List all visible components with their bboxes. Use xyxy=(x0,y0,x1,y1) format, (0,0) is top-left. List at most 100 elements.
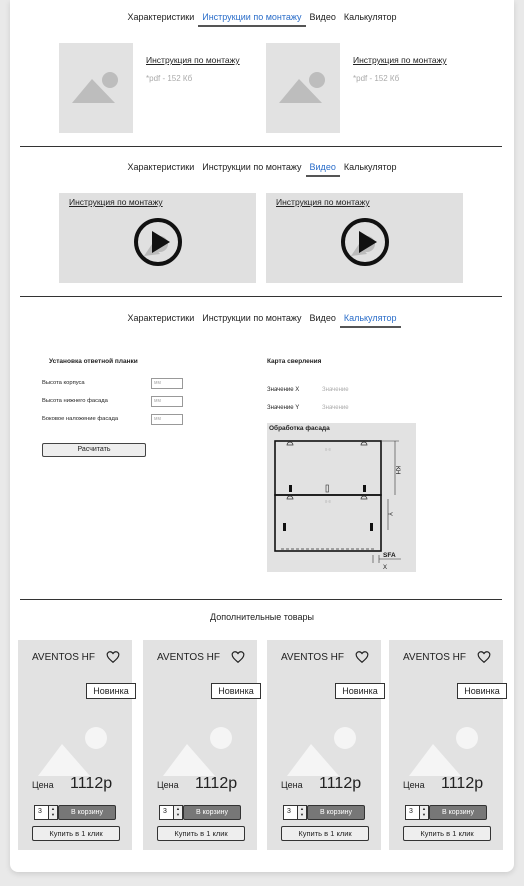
field-label-lower-facade-height: Высота нижнего фасада xyxy=(42,398,108,404)
video-card[interactable]: Инструкция по монтажу xyxy=(266,193,463,283)
quantity-value: 3 xyxy=(287,808,291,815)
additional-products-title: Дополнительные товары xyxy=(210,612,314,622)
section-divider xyxy=(20,146,502,147)
drilling-diagram: Обработка фасада ≡·≡ ≡·≡ KH Y SFA X xyxy=(267,423,416,572)
buy-one-click-button[interactable]: Купить в 1 клик xyxy=(281,826,369,841)
svg-text:≡·≡: ≡·≡ xyxy=(325,499,332,504)
quantity-value: 3 xyxy=(163,808,167,815)
product-card[interactable]: AVENTOS HF Новинка Цена 1112р 3 ▲ ▼ В корз… xyxy=(389,640,507,850)
tab-instructions[interactable]: Инструкции по монтажу xyxy=(198,312,305,328)
section-divider xyxy=(20,599,502,600)
add-to-cart-button[interactable]: В корзину xyxy=(58,805,116,820)
stepper-arrows-icon[interactable]: ▲ ▼ xyxy=(419,806,428,819)
product-name[interactable]: AVENTOS HF xyxy=(157,652,220,663)
quantity-stepper[interactable]: 3 ▲ ▼ xyxy=(34,805,58,820)
product-name[interactable]: AVENTOS HF xyxy=(32,652,95,663)
play-icon[interactable] xyxy=(130,214,186,270)
quantity-value: 3 xyxy=(409,808,413,815)
heart-icon[interactable] xyxy=(355,650,369,664)
buy-one-click-button[interactable]: Купить в 1 клик xyxy=(403,826,491,841)
tab-video[interactable]: Видео xyxy=(306,312,340,328)
field-label-body-height: Высота корпуса xyxy=(42,380,85,386)
field-label-side-overlay: Боковое наложение фасада xyxy=(42,416,119,422)
tab-characteristics[interactable]: Характеристики xyxy=(123,312,198,328)
product-image-placeholder-icon[interactable] xyxy=(163,718,243,776)
tab-characteristics[interactable]: Характеристики xyxy=(123,161,198,177)
stepper-arrows-icon[interactable]: ▲ ▼ xyxy=(297,806,306,819)
product-name[interactable]: AVENTOS HF xyxy=(403,652,466,663)
tab-video[interactable]: Видео xyxy=(305,161,341,177)
tab-calculator[interactable]: Калькулятор xyxy=(339,312,401,328)
video-title-link[interactable]: Инструкция по монтажу xyxy=(69,197,163,207)
document-thumbnail[interactable] xyxy=(59,43,133,133)
price-value: 1112р xyxy=(319,775,362,792)
heart-icon[interactable] xyxy=(106,650,120,664)
document-meta: *pdf - 152 Кб xyxy=(353,74,400,83)
sfa-label: SFA xyxy=(383,552,396,559)
quantity-value: 3 xyxy=(38,808,42,815)
quantity-stepper[interactable]: 3 ▲ ▼ xyxy=(159,805,183,820)
calculate-button[interactable]: Расчитать xyxy=(42,443,146,457)
document-thumbnail[interactable] xyxy=(266,43,340,133)
tab-calculator[interactable]: Калькулятор xyxy=(340,161,401,177)
value-y-label: Значение Y xyxy=(267,405,300,411)
image-placeholder-icon xyxy=(72,72,118,103)
new-badge: Новинка xyxy=(335,683,385,699)
document-meta: *pdf - 152 Кб xyxy=(146,74,193,83)
tab-instructions[interactable]: Инструкции по монтажу xyxy=(198,11,306,27)
side-overlay-input[interactable]: мм xyxy=(151,414,183,425)
heart-icon[interactable] xyxy=(477,650,491,664)
tabs-section-2: Характеристики Инструкции по монтажу Вид… xyxy=(10,161,514,177)
heart-icon[interactable] xyxy=(231,650,245,664)
tab-instructions[interactable]: Инструкции по монтажу xyxy=(198,161,305,177)
y-label: Y xyxy=(386,512,392,516)
kh-label: KH xyxy=(394,466,400,474)
price-label: Цена xyxy=(403,780,425,790)
product-card[interactable]: AVENTOS HF Новинка Цена 1112р 3 ▲ ▼ В корз… xyxy=(18,640,136,850)
tab-characteristics[interactable]: Характеристики xyxy=(123,11,198,27)
tabs-section-1: Характеристики Инструкции по монтажу Вид… xyxy=(10,11,514,27)
svg-text:≡·≡: ≡·≡ xyxy=(325,447,332,452)
product-image-placeholder-icon[interactable] xyxy=(287,718,367,776)
product-image-placeholder-icon[interactable] xyxy=(38,718,118,776)
buy-one-click-button[interactable]: Купить в 1 клик xyxy=(157,826,245,841)
play-icon[interactable] xyxy=(337,214,393,270)
stepper-arrows-icon[interactable]: ▲ ▼ xyxy=(173,806,182,819)
stepper-arrows-icon[interactable]: ▲ ▼ xyxy=(48,806,57,819)
value-x: Значение xyxy=(322,387,349,393)
add-to-cart-button[interactable]: В корзину xyxy=(183,805,241,820)
buy-one-click-button[interactable]: Купить в 1 клик xyxy=(32,826,120,841)
quantity-stepper[interactable]: 3 ▲ ▼ xyxy=(283,805,307,820)
product-image-placeholder-icon[interactable] xyxy=(409,718,489,776)
quantity-stepper[interactable]: 3 ▲ ▼ xyxy=(405,805,429,820)
product-card[interactable]: AVENTOS HF Новинка Цена 1112р 3 ▲ ▼ В корз… xyxy=(267,640,385,850)
product-name[interactable]: AVENTOS HF xyxy=(281,652,344,663)
body-height-input[interactable]: мм xyxy=(151,378,183,389)
calculator-title: Установка ответной планки xyxy=(49,358,138,365)
value-x-label: Значение X xyxy=(267,387,300,393)
x-label: X xyxy=(383,565,387,571)
price-label: Цена xyxy=(281,780,303,790)
tab-video[interactable]: Видео xyxy=(306,11,340,27)
product-card[interactable]: AVENTOS HF Новинка Цена 1112р 3 ▲ ▼ В корз… xyxy=(143,640,261,850)
price-label: Цена xyxy=(157,780,179,790)
lower-facade-height-input[interactable]: мм xyxy=(151,396,183,407)
price-value: 1112р xyxy=(70,775,113,792)
drill-map-title: Карта сверления xyxy=(267,358,322,365)
new-badge: Новинка xyxy=(211,683,261,699)
price-label: Цена xyxy=(32,780,54,790)
tab-calculator[interactable]: Калькулятор xyxy=(340,11,401,27)
video-title-link[interactable]: Инструкция по монтажу xyxy=(276,197,370,207)
document-link[interactable]: Инструкция по монтажу xyxy=(146,55,240,65)
price-value: 1112р xyxy=(441,775,484,792)
price-value: 1112р xyxy=(195,775,238,792)
add-to-cart-button[interactable]: В корзину xyxy=(307,805,365,820)
new-badge: Новинка xyxy=(86,683,136,699)
facade-drawing: ≡·≡ ≡·≡ KH Y SFA X xyxy=(274,440,401,571)
video-card[interactable]: Инструкция по монтажу xyxy=(59,193,256,283)
new-badge: Новинка xyxy=(457,683,507,699)
product-details-panel: Характеристики Инструкции по монтажу Вид… xyxy=(10,0,514,872)
section-divider xyxy=(20,296,502,297)
document-link[interactable]: Инструкция по монтажу xyxy=(353,55,447,65)
add-to-cart-button[interactable]: В корзину xyxy=(429,805,487,820)
